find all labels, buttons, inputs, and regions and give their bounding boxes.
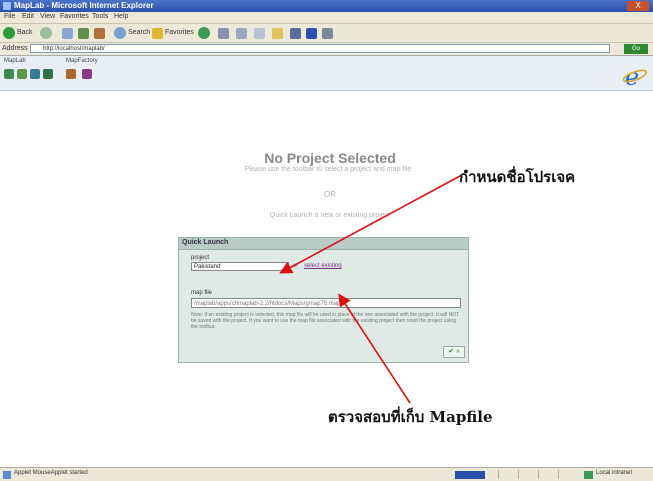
annotation-arrows (279, 175, 461, 404)
arrow-to-map-file (338, 293, 411, 404)
applet-status-icon (3, 471, 11, 479)
progress-bar (455, 471, 485, 479)
annotation-project-name: กำหนดชื่อโปรเจค (459, 168, 576, 186)
intranet-zone-icon (584, 471, 593, 479)
annotation-mapfile: ตรวจสอบที่เก็บ Mapfile (328, 408, 493, 426)
status-cell (558, 470, 579, 479)
status-text: Applet MouseApplet started (14, 470, 88, 476)
status-bar: Applet MouseApplet started Local intrane… (0, 467, 653, 481)
arrow-to-project-input (279, 175, 461, 274)
security-zone-label: Local intranet (596, 470, 633, 476)
status-cell (538, 470, 559, 479)
status-cell (498, 470, 519, 479)
status-cell (518, 470, 539, 479)
